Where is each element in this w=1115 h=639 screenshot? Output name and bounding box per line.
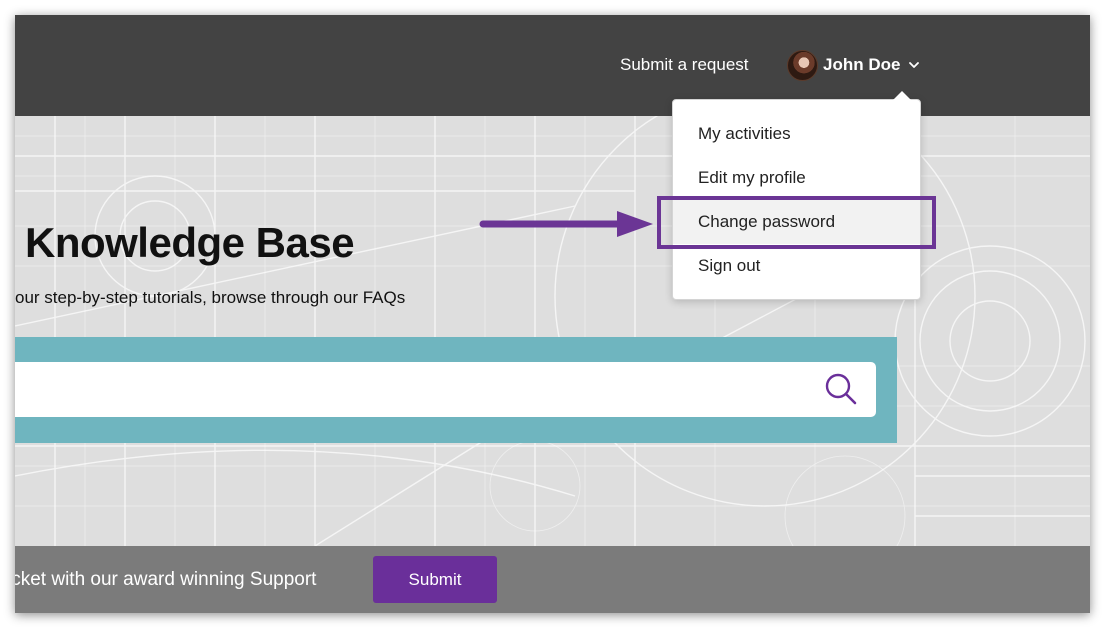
user-name: John Doe (823, 55, 901, 74)
search-input[interactable] (15, 362, 876, 417)
page-subtitle: our step-by-step tutorials, browse throu… (15, 288, 406, 307)
menu-item-my-activities[interactable]: My activities (673, 112, 920, 156)
page-title: Knowledge Base (25, 219, 355, 266)
cta-text: icket with our award winning Support (15, 569, 317, 590)
hero-section: Knowledge Base our step-by-step tutorial… (15, 116, 1090, 546)
highlight-box (657, 196, 936, 249)
site-header: Submit a request John Doe (15, 15, 1090, 116)
cta-bar: icket with our award winning Support Sub… (15, 546, 1090, 613)
search-icon[interactable] (824, 372, 858, 406)
browser-page: Submit a request John Doe Knowledge Base… (15, 15, 1090, 613)
user-menu-toggle[interactable]: John Doe (787, 49, 920, 81)
menu-item-sign-out[interactable]: Sign out (673, 244, 920, 288)
submit-request-link[interactable]: Submit a request (620, 55, 749, 75)
dropdown-caret (893, 91, 911, 100)
search-band (15, 337, 897, 443)
menu-item-edit-profile[interactable]: Edit my profile (673, 156, 920, 200)
blueprint-background (15, 116, 1090, 546)
submit-button[interactable]: Submit (373, 556, 497, 603)
avatar (787, 49, 818, 81)
chevron-down-icon (909, 61, 920, 68)
right-arrow-icon (479, 211, 653, 237)
